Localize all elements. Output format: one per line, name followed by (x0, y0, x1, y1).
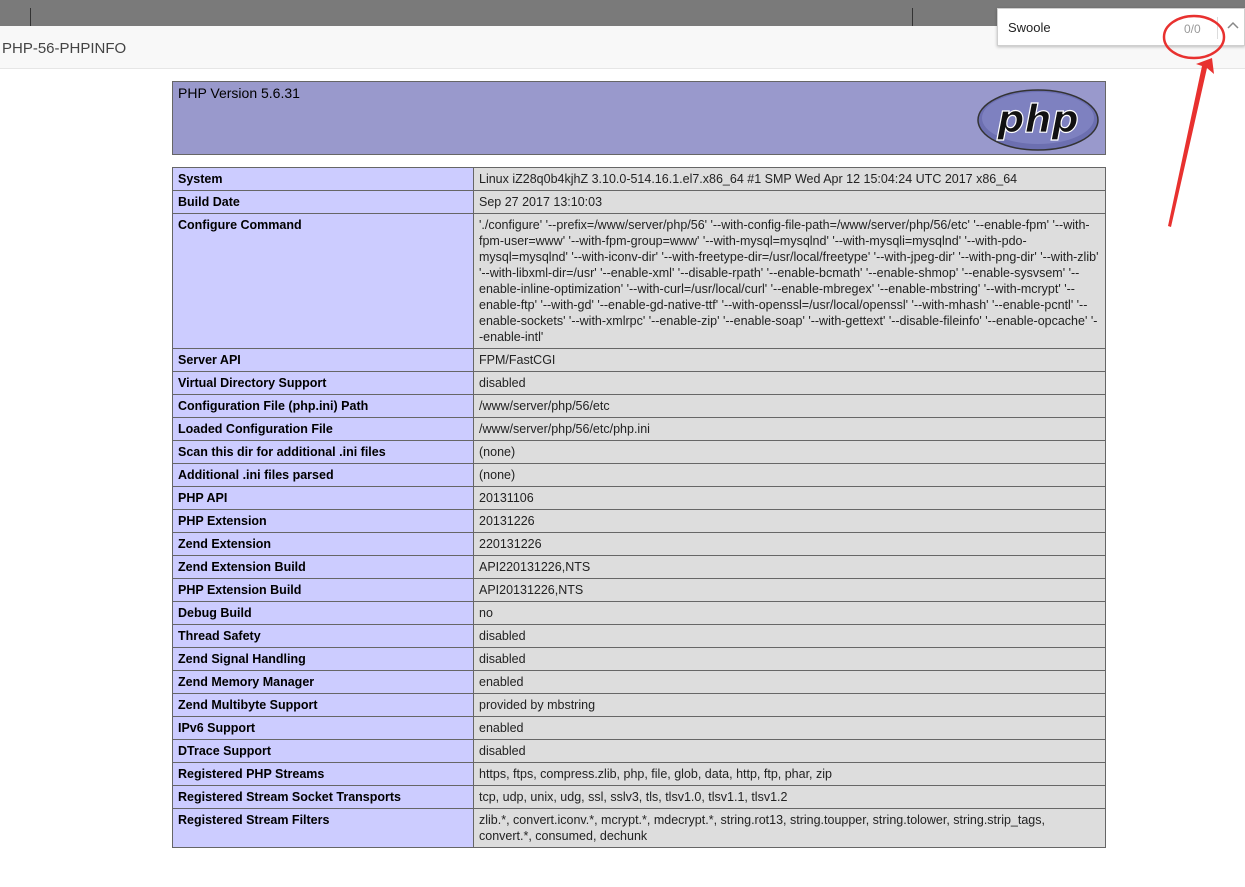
table-row: Configuration File (php.ini) Path/www/se… (172, 394, 1106, 418)
chevron-up-icon[interactable] (1226, 19, 1240, 35)
table-row: Zend Extension Build API220131226,NTS (172, 555, 1106, 579)
row-value: Sep 27 2017 13:10:03 (473, 190, 1106, 214)
table-row: Additional .ini files parsed (none) (172, 463, 1106, 487)
row-key: Debug Build (172, 601, 474, 625)
php-version: PHP Version 5.6.31 (178, 85, 300, 101)
row-key: Zend Extension Build (172, 555, 474, 579)
row-key: Zend Signal Handling (172, 647, 474, 671)
annotation-arrow (1168, 58, 1214, 227)
php-version-banner: PHP Version 5.6.31 php (172, 81, 1106, 155)
row-value: enabled (473, 670, 1106, 694)
table-row: Registered Stream Filters zlib.*, convert… (172, 808, 1106, 848)
table-row: Zend Extension 220131226 (172, 532, 1106, 556)
row-key: PHP Extension Build (172, 578, 474, 602)
row-key: Registered Stream Filters (172, 808, 474, 848)
row-key: PHP Extension (172, 509, 474, 533)
phpinfo-container: PHP Version 5.6.31 php System Linux iZ28q… (172, 81, 1106, 848)
row-key: PHP API (172, 486, 474, 510)
row-key: Zend Extension (172, 532, 474, 556)
toolbar-divider (30, 8, 31, 26)
table-row: Build Date Sep 27 2017 13:10:03 (172, 190, 1106, 214)
row-value: './configure' '--prefix=/www/server/php/… (473, 213, 1106, 349)
row-value: https, ftps, compress.zlib, php, file, g… (473, 762, 1106, 786)
table-row: System Linux iZ28q0b4kjhZ 3.10.0-514.16.1… (172, 167, 1106, 191)
table-row: Registered PHP Streams https, ftps, compr… (172, 762, 1106, 786)
row-value: (none) (473, 440, 1106, 464)
table-row: Configure Command './configure' '--prefix… (172, 213, 1106, 349)
table-row: Virtual Directory Support disabled (172, 371, 1106, 395)
row-key: IPv6 Support (172, 716, 474, 740)
table-row: IPv6 Support enabled (172, 716, 1106, 740)
table-row: Registered Stream Socket Transports tcp, … (172, 785, 1106, 809)
table-row: Debug Build no (172, 601, 1106, 625)
row-key: Configure Command (172, 213, 474, 349)
row-value: no (473, 601, 1106, 625)
row-value: /www/server/php/56/etc (473, 394, 1106, 418)
row-key: Virtual Directory Support (172, 371, 474, 395)
php-logo: php (977, 89, 1099, 151)
table-row: Zend Signal Handling disabled (172, 647, 1106, 671)
row-key: Zend Multibyte Support (172, 693, 474, 717)
row-value: disabled (473, 624, 1106, 648)
table-row: DTrace Support disabled (172, 739, 1106, 763)
row-value: API220131226,NTS (473, 555, 1106, 579)
row-key: DTrace Support (172, 739, 474, 763)
row-value: tcp, udp, unix, udg, ssl, sslv3, tls, tl… (473, 785, 1106, 809)
find-input[interactable] (1008, 17, 1158, 37)
find-divider (1217, 17, 1218, 39)
row-key: Loaded Configuration File (172, 417, 474, 441)
table-row: Scan this dir for additional .ini files(… (172, 440, 1106, 464)
row-value: enabled (473, 716, 1106, 740)
row-value: /www/server/php/56/etc/php.ini (473, 417, 1106, 441)
row-value: disabled (473, 739, 1106, 763)
row-key: Build Date (172, 190, 474, 214)
row-key: System (172, 167, 474, 191)
table-row: Server API FPM/FastCGI (172, 348, 1106, 372)
php-logo-text: php (996, 97, 1078, 141)
row-value: 20131106 (473, 486, 1106, 510)
table-row: PHP Extension Build API20131226,NTS (172, 578, 1106, 602)
table-row: Thread Safety disabled (172, 624, 1106, 648)
toolbar-divider (912, 8, 913, 26)
row-value: Linux iZ28q0b4kjhZ 3.10.0-514.16.1.el7.x… (473, 167, 1106, 191)
find-match-count: 0/0 (1184, 22, 1201, 36)
row-key: Configuration File (php.ini) Path (172, 394, 474, 418)
table-row: PHP Extension 20131226 (172, 509, 1106, 533)
row-value: zlib.*, convert.iconv.*, mcrypt.*, mdecr… (473, 808, 1106, 848)
row-key: Registered PHP Streams (172, 762, 474, 786)
row-value: FPM/FastCGI (473, 348, 1106, 372)
table-row: PHP API 20131106 (172, 486, 1106, 510)
row-key: Scan this dir for additional .ini files (172, 440, 474, 464)
row-key: Zend Memory Manager (172, 670, 474, 694)
row-value: 220131226 (473, 532, 1106, 556)
row-value: (none) (473, 463, 1106, 487)
phpinfo-table: System Linux iZ28q0b4kjhZ 3.10.0-514.16.1… (172, 167, 1106, 848)
page-title: PHP-56-PHPINFO (2, 40, 127, 57)
row-key: Registered Stream Socket Transports (172, 785, 474, 809)
table-row: Zend Multibyte Support provided by mbstri… (172, 693, 1106, 717)
table-row: Zend Memory Manager enabled (172, 670, 1106, 694)
row-key: Server API (172, 348, 474, 372)
row-value: disabled (473, 371, 1106, 395)
row-value: 20131226 (473, 509, 1106, 533)
table-row: Loaded Configuration File/www/server/php… (172, 417, 1106, 441)
row-key: Additional .ini files parsed (172, 463, 474, 487)
row-value: API20131226,NTS (473, 578, 1106, 602)
find-bar[interactable]: 0/0 (997, 8, 1245, 46)
row-key: Thread Safety (172, 624, 474, 648)
row-value: provided by mbstring (473, 693, 1106, 717)
row-value: disabled (473, 647, 1106, 671)
